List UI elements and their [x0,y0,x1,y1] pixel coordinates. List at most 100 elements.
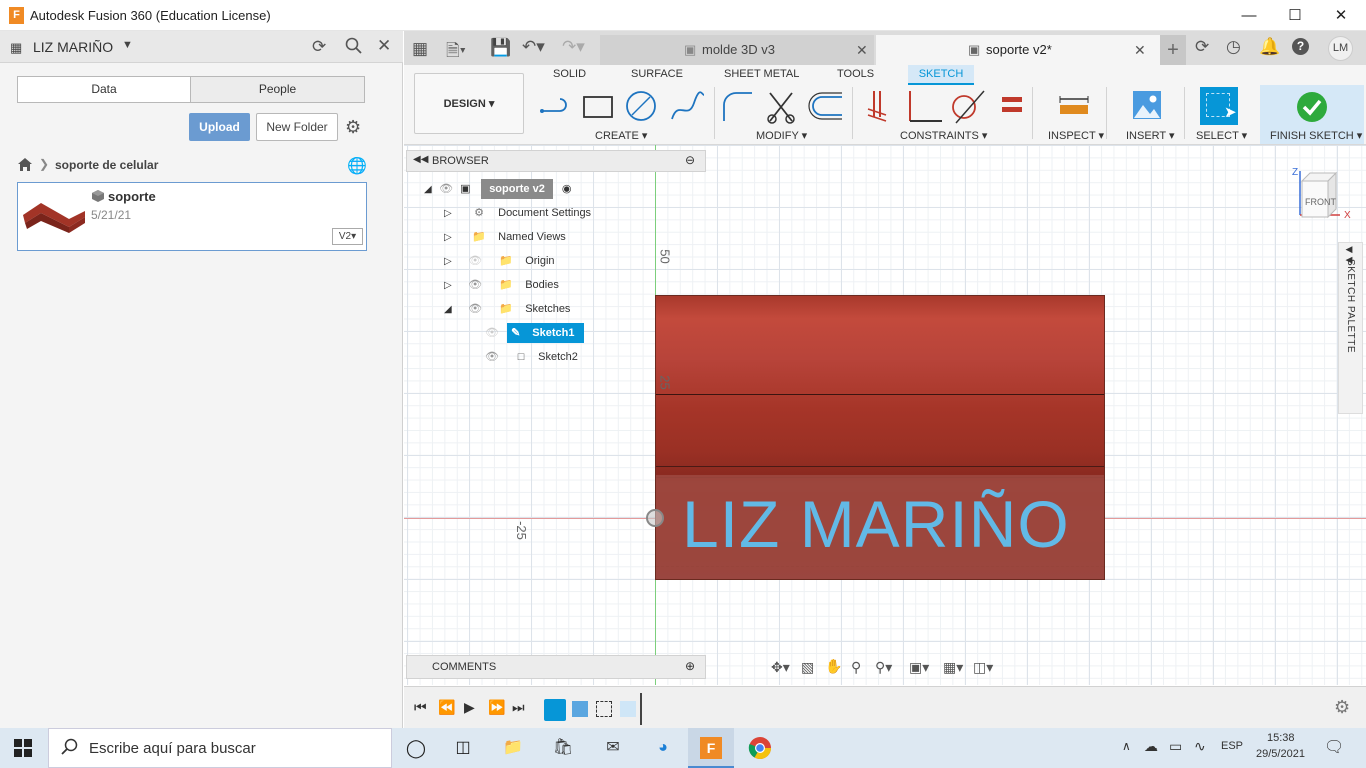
user-avatar[interactable]: LM [1328,36,1353,61]
tangent-icon[interactable] [952,90,985,124]
expand-icon[interactable]: ◢ [444,300,460,320]
tree-item-sketch2[interactable]: 👁 □ Sketch2 [480,347,578,367]
tree-item-origin[interactable]: ▷ 👁 📁 Origin [444,251,555,271]
step-back-icon[interactable]: ⏪ [438,699,455,716]
eye-icon[interactable]: 👁 [463,275,487,295]
eye-hidden-icon[interactable]: 👁 [463,251,487,271]
minimize-button[interactable]: — [1226,0,1272,31]
inspect-menu[interactable]: INSPECT ▾ [1048,129,1104,142]
timeline-feature-sketch1[interactable] [544,699,566,721]
expand-icon[interactable]: ▷ [444,252,460,272]
expand-icon[interactable]: ▷ [444,276,460,296]
globe-icon[interactable]: 🌐 [347,156,367,176]
pan-icon[interactable]: ✋ [825,658,842,675]
rectangle-icon[interactable] [583,96,613,118]
sketch-palette-tab[interactable]: ◀◀ SKETCH PALETTE [1338,242,1363,414]
measure-icon[interactable] [1058,95,1090,117]
help-icon[interactable]: ? [1292,38,1309,55]
tab-surface[interactable]: SURFACE [631,68,683,80]
origin-point-icon[interactable] [646,509,664,527]
orbit-icon[interactable]: ✥▾ [771,659,790,676]
eye-icon[interactable]: 👁 [439,179,457,199]
expand-icon[interactable]: ▷ [444,228,460,248]
version-dropdown[interactable]: V2▾ [332,228,363,245]
redo-icon[interactable]: ↷▾ [562,37,585,57]
viewports-icon[interactable]: ◫▾ [973,659,993,676]
doc-tab-molde[interactable]: ▣ molde 3D v3 ✕ [600,35,874,65]
wifi-icon[interactable]: ∿ [1194,738,1206,755]
tree-item-document-settings[interactable]: ▷ ⚙ Document Settings [444,203,591,223]
breadcrumb-folder[interactable]: soporte de celular [55,158,158,172]
tree-item-sketch1[interactable]: 👁 ✎ Sketch1 [480,323,585,343]
line-icon[interactable] [540,98,567,113]
tab-sketch[interactable]: SKETCH [908,65,974,85]
perpendicular-icon[interactable] [909,91,942,122]
finish-sketch-panel[interactable]: FINISH SKETCH ▾ [1260,85,1364,144]
offset-icon[interactable] [808,92,842,120]
tree-item-named-views[interactable]: ▷ 📁 Named Views [444,227,566,247]
home-icon[interactable] [17,157,33,175]
insert-menu[interactable]: INSERT ▾ [1126,129,1175,142]
new-folder-button[interactable]: New Folder [256,113,338,141]
close-icon[interactable]: ✕ [377,36,391,56]
go-to-end-icon[interactable]: ⏭ [512,699,525,716]
grid-icon[interactable]: ▦ [412,39,428,59]
viewport-canvas[interactable]: LIZ MARIÑO 50 25 -25 ◀◀ BROWSER ⊖ ◢ 👁 ▣ … [404,145,1366,685]
step-forward-icon[interactable]: ⏩ [488,699,505,716]
maximize-button[interactable]: ☐ [1272,0,1318,31]
gear-icon[interactable]: ⚙ [1334,697,1350,718]
tab-sheet-metal[interactable]: SHEET METAL [724,68,799,80]
coincident-icon[interactable] [867,91,887,122]
timeline-feature-sketch2[interactable] [596,701,612,717]
tab-solid[interactable]: SOLID [553,68,586,80]
tree-item-bodies[interactable]: ▷ 👁 📁 Bodies [444,275,559,295]
gear-icon[interactable]: ⚙ [345,117,361,138]
fusion-taskbar-button[interactable]: F [688,728,734,768]
create-menu[interactable]: CREATE ▾ [595,129,647,142]
file-explorer-icon[interactable]: 📁 [500,736,526,760]
trim-icon[interactable] [767,92,795,124]
notifications-icon[interactable]: 🔔 [1259,37,1280,57]
doc-tab-soporte[interactable]: ▣ soporte v2* ✕ [876,35,1160,65]
grid-settings-icon[interactable]: ▦▾ [943,659,963,676]
circle-icon[interactable] [626,91,656,121]
onedrive-icon[interactable]: ☁ [1144,738,1158,755]
collapse-icon[interactable]: ◀◀ [413,154,428,165]
tab-data[interactable]: Data [17,76,191,103]
task-view-icon[interactable]: ◫ [450,736,476,760]
refresh-icon[interactable]: ⟳ [312,37,326,57]
eye-hidden-icon[interactable]: 👁 [480,323,504,343]
go-to-start-icon[interactable]: ⏮ [414,699,427,716]
activate-icon[interactable]: ◉ [562,183,572,195]
upload-button[interactable]: Upload [189,113,250,141]
tab-people[interactable]: People [190,76,365,103]
eye-icon[interactable]: 👁 [480,347,504,367]
edge-icon[interactable]: ◕ [650,736,676,760]
spline-icon[interactable] [671,91,705,120]
team-icon[interactable]: ▦ [10,40,22,56]
save-icon[interactable]: 💾 [490,38,511,58]
tab-tools[interactable]: TOOLS [837,68,874,80]
select-menu[interactable]: SELECT ▾ [1196,129,1247,142]
play-icon[interactable]: ▶ [464,699,475,716]
clock-time[interactable]: 15:38 [1267,732,1295,744]
insert-image-icon[interactable] [1132,90,1162,120]
notification-center-icon[interactable]: 🗨 [1324,737,1344,757]
eye-icon[interactable]: 👁 [463,299,487,319]
mail-icon[interactable]: ✉ [600,736,626,760]
timeline-marker[interactable] [640,693,642,725]
tree-root[interactable]: ◢ 👁 ▣ soporte v2 ◉ [424,179,572,199]
viewcube[interactable]: Z X FRONT [1292,167,1351,221]
close-tab-icon[interactable]: ✕ [1134,35,1146,65]
display-settings-icon[interactable]: ▣▾ [909,659,929,676]
equal-icon[interactable] [1002,97,1022,112]
tree-item-sketches[interactable]: ◢ 👁 📁 Sketches [444,299,570,319]
project-name[interactable]: LIZ MARIÑO [33,39,113,55]
timeline-feature-emboss[interactable] [620,701,636,717]
tray-chevron-icon[interactable]: ∧ [1122,739,1131,753]
new-tab-button[interactable]: + [1160,35,1186,65]
store-icon[interactable]: 🛍 [550,736,576,760]
chrome-icon[interactable] [748,736,772,763]
close-tab-icon[interactable]: ✕ [856,35,868,65]
expand-icon[interactable]: ◢ [424,180,436,200]
